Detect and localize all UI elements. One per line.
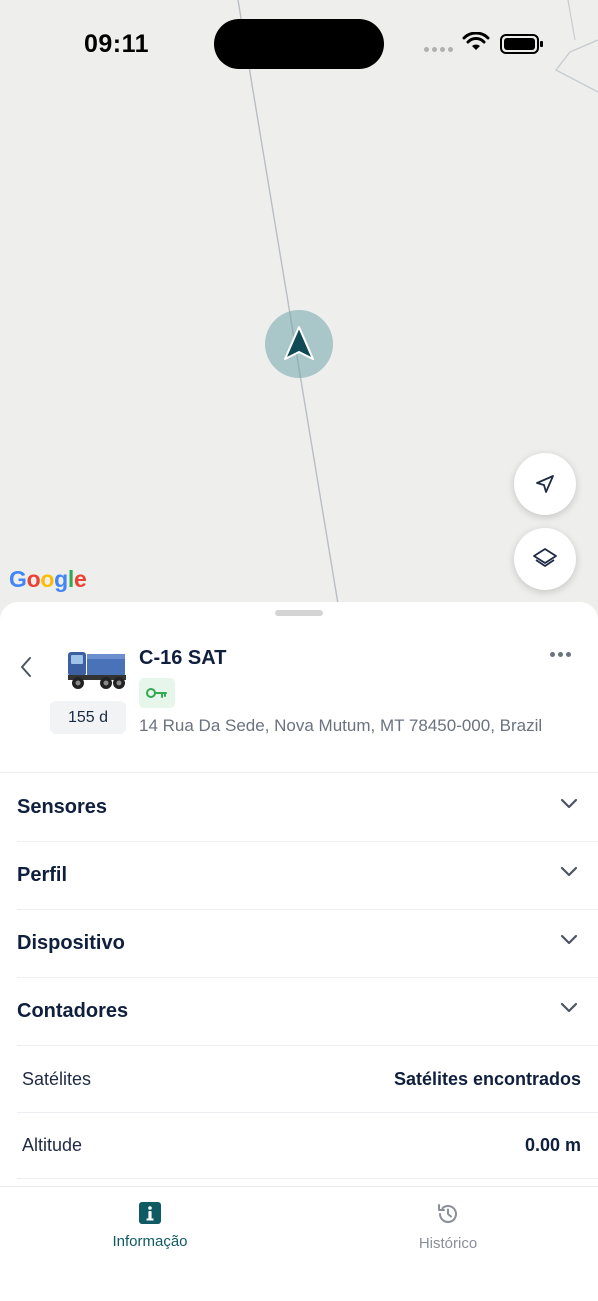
clock: 09:11 <box>84 30 150 58</box>
chevron-down-icon <box>560 866 578 877</box>
section-label: Perfil <box>17 863 68 886</box>
truck-icon <box>68 652 126 689</box>
map-layers-button[interactable] <box>514 528 576 590</box>
more-dot <box>549 651 555 657</box>
cellular-signal-icon <box>424 47 453 52</box>
tab-label: Histórico <box>418 1235 478 1252</box>
dynamic-island <box>214 19 384 69</box>
navigation-arrow-icon <box>284 326 314 360</box>
row-value: Satélites encontrados <box>393 1068 581 1089</box>
map-view[interactable]: 09:11 Google <box>0 0 598 640</box>
unit-address: 14 Rua Da Sede, Nova Mutum, MT 78450-000… <box>139 716 543 735</box>
status-bar: 09:11 <box>0 0 598 90</box>
key-icon <box>146 688 167 698</box>
info-row-altitude: Altitude 0.00 m <box>17 1112 598 1179</box>
info-icon <box>139 1202 161 1224</box>
section-dispositivo[interactable]: Dispositivo <box>17 909 598 978</box>
chevron-left-icon <box>21 657 31 677</box>
location-arrow-icon <box>536 475 554 493</box>
more-dot <box>565 651 571 657</box>
my-location-button[interactable] <box>514 453 576 515</box>
more-dot <box>557 651 563 657</box>
bottom-tab-bar: Informação Histórico <box>0 1186 598 1301</box>
layers-icon <box>533 548 557 567</box>
chevron-down-icon <box>560 1002 578 1013</box>
row-key: Altitude <box>22 1134 83 1155</box>
section-contadores[interactable]: Contadores <box>17 977 598 1046</box>
unit-name: C-16 SAT <box>139 647 227 669</box>
more-options-button[interactable] <box>546 646 574 662</box>
tab-label: Informação <box>112 1233 188 1250</box>
inactive-days-badge: 155 d <box>50 701 126 734</box>
row-value: 0.00 m <box>524 1134 581 1155</box>
tab-informacao[interactable]: Informação <box>70 1201 230 1250</box>
sheet-grabber[interactable] <box>275 610 323 616</box>
battery-icon <box>500 34 543 54</box>
info-row-satelites: Satélites Satélites encontrados <box>17 1046 598 1113</box>
section-sensores[interactable]: Sensores <box>17 773 598 842</box>
wifi-icon <box>462 32 490 50</box>
section-label: Sensores <box>17 795 108 818</box>
history-icon <box>438 1204 457 1223</box>
chevron-down-icon <box>560 798 578 809</box>
ignition-key-badge <box>139 678 175 708</box>
vehicle-marker[interactable] <box>265 310 333 378</box>
section-perfil[interactable]: Perfil <box>17 841 598 910</box>
row-key: Satélites <box>22 1068 92 1089</box>
tab-historico[interactable]: Histórico <box>368 1201 528 1252</box>
chevron-down-icon <box>560 934 578 945</box>
back-button[interactable] <box>12 652 40 682</box>
section-label: Dispositivo <box>17 931 125 954</box>
section-label: Contadores <box>17 999 129 1022</box>
google-logo: Google <box>9 566 87 592</box>
